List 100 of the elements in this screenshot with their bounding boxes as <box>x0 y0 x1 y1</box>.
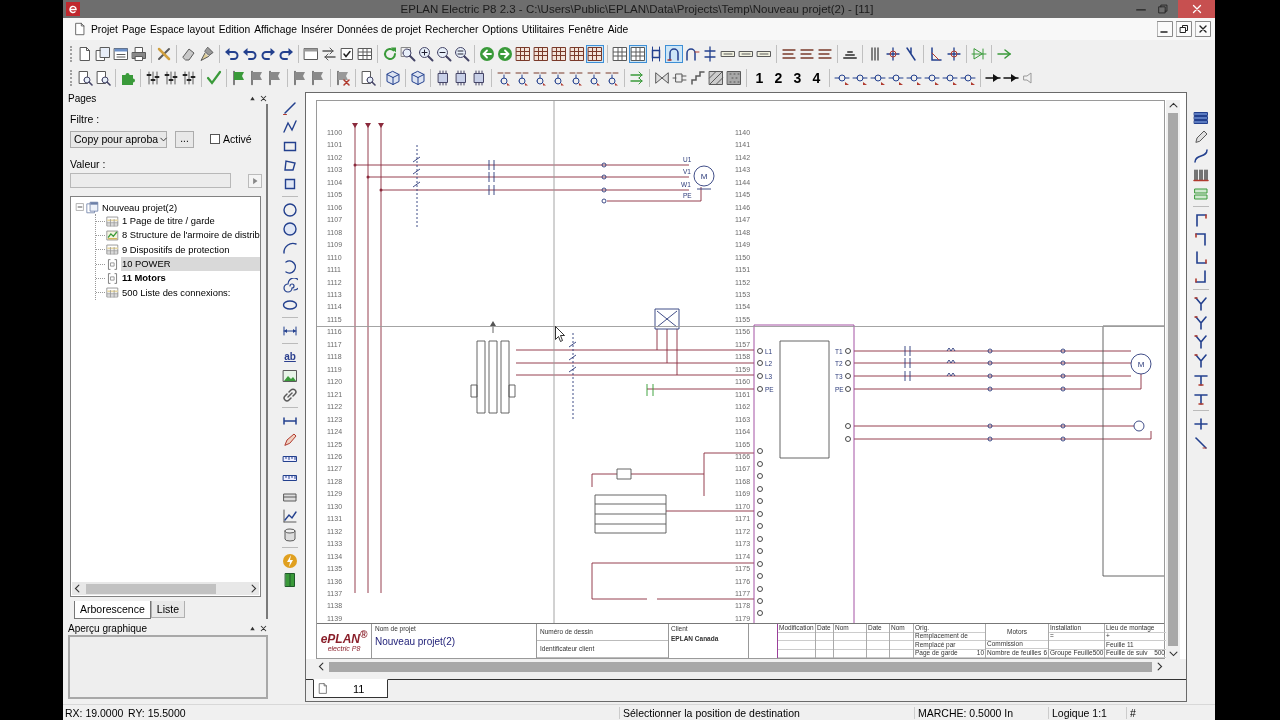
status-text: RX: 19.0000 <box>64 706 125 719</box>
panel-tab[interactable]: Arborescence <box>74 601 151 619</box>
tree-item[interactable]: Nouveau projet(2) <box>101 201 179 213</box>
cylinder-icon[interactable] <box>281 525 299 544</box>
table-icon[interactable] <box>356 45 374 63</box>
grid-icon[interactable] <box>629 45 647 63</box>
crossing-icon[interactable] <box>884 45 902 63</box>
swap-icon[interactable] <box>320 45 338 63</box>
grid-icon[interactable] <box>568 45 586 63</box>
hatched-square-icon[interactable] <box>707 69 725 87</box>
tools-icon[interactable] <box>155 45 173 63</box>
menu-item[interactable]: Aide <box>605 23 631 35</box>
menu-item[interactable]: Options <box>480 23 520 35</box>
grid-icon[interactable] <box>514 45 532 63</box>
text-tool-button[interactable]: ab <box>284 347 296 366</box>
cube-icon[interactable] <box>409 69 427 87</box>
window-icon[interactable] <box>302 45 320 63</box>
sliders-icon[interactable] <box>162 69 180 87</box>
symbol-icon[interactable] <box>549 69 567 87</box>
menu-item[interactable]: Page <box>119 23 148 35</box>
symbol-icon[interactable] <box>513 69 531 87</box>
printer-icon[interactable] <box>130 45 148 63</box>
page-tab[interactable]: 11 <box>313 679 388 698</box>
mouse-pointer-icon <box>555 326 565 342</box>
undo-icon[interactable] <box>223 45 241 63</box>
stairs-icon[interactable] <box>689 69 707 87</box>
page-icon[interactable] <box>73 22 87 36</box>
grid-icon[interactable] <box>532 45 550 63</box>
symbol-icon[interactable] <box>495 69 513 87</box>
schematic-label: M <box>700 172 708 181</box>
menu-item[interactable]: Projet <box>89 23 120 35</box>
page-magnifier-icon[interactable] <box>76 69 94 87</box>
sliders-icon[interactable] <box>144 69 162 87</box>
zoom-in-icon[interactable] <box>417 45 435 63</box>
symbol-icon[interactable] <box>585 69 603 87</box>
symbol-icon[interactable] <box>531 69 549 87</box>
menu-item[interactable]: Espace layout <box>147 23 217 35</box>
cube-icon[interactable] <box>384 69 402 87</box>
close-icon[interactable] <box>259 93 268 103</box>
arrow-right-icon[interactable] <box>496 45 514 63</box>
menu-item[interactable]: Utilitaires <box>519 23 567 35</box>
diode-icon[interactable] <box>970 45 988 63</box>
filter-dropdown[interactable]: Copy pour aproba <box>70 130 167 148</box>
window-icon[interactable] <box>112 45 130 63</box>
zoom-out-icon[interactable] <box>435 45 453 63</box>
grid-icon[interactable] <box>586 45 604 63</box>
dotted-square-icon[interactable] <box>725 69 743 87</box>
tree-item[interactable]: 10 POWER <box>121 257 260 272</box>
restore-icon[interactable] <box>1176 21 1192 37</box>
magnifier-icon[interactable] <box>399 45 417 63</box>
horizontal-scrollbar[interactable] <box>72 582 259 595</box>
number-button[interactable]: 2 <box>769 69 788 87</box>
tree-item[interactable]: 11 Motors <box>121 271 260 286</box>
status-text: RY: 15.5000 <box>127 706 187 719</box>
spiral-icon[interactable] <box>281 276 299 295</box>
panel-tab[interactable]: Liste <box>150 601 185 618</box>
tree-item[interactable]: 8 Structure de l'armoire de distrib <box>121 228 261 243</box>
tree-item[interactable]: 1 Page de titre / garde <box>121 214 260 229</box>
close-icon[interactable] <box>1195 21 1211 37</box>
sliders-icon[interactable] <box>180 69 198 87</box>
page-magnifier-icon[interactable] <box>94 69 112 87</box>
menu-item[interactable]: Edition <box>216 23 253 35</box>
magnifier-icon[interactable] <box>453 45 471 63</box>
bowtie-icon[interactable] <box>653 69 671 87</box>
grid-icon[interactable] <box>550 45 568 63</box>
checkbox-icon[interactable] <box>338 45 356 63</box>
arrow-left-icon[interactable] <box>478 45 496 63</box>
app-icon[interactable] <box>66 2 80 16</box>
close-button[interactable] <box>1178 0 1215 18</box>
number-button[interactable]: 1 <box>750 69 769 87</box>
menu-item[interactable]: Insérer <box>298 23 335 35</box>
scrollbar-thumb[interactable] <box>329 661 1152 672</box>
menu-item[interactable]: Fenêtre <box>566 23 606 35</box>
tree-item[interactable]: 500 Liste des connexions: <box>121 285 260 300</box>
number-button[interactable]: 3 <box>788 69 807 87</box>
menu-item[interactable]: Données de projet <box>334 23 424 35</box>
vertical-scrollbar[interactable] <box>1166 100 1180 659</box>
menu-item[interactable]: Affichage <box>252 23 299 35</box>
browse-button[interactable]: ... <box>175 130 194 148</box>
undo-icon[interactable] <box>241 45 259 63</box>
scrollbar-thumb[interactable] <box>1168 113 1178 646</box>
symbol-icon[interactable] <box>603 69 621 87</box>
scrollbar-thumb[interactable] <box>86 583 216 594</box>
curve-icon[interactable] <box>1192 146 1210 165</box>
flag-icon[interactable] <box>334 69 352 87</box>
brush-icon[interactable] <box>198 45 216 63</box>
check-icon[interactable] <box>205 69 223 87</box>
checkbox[interactable] <box>210 134 220 144</box>
close-icon[interactable] <box>259 623 268 633</box>
crossing-icon[interactable] <box>945 45 963 63</box>
minimize-icon[interactable] <box>1157 21 1173 37</box>
grid-icon[interactable] <box>611 45 629 63</box>
menu-item[interactable]: Rechercher <box>423 23 481 35</box>
page-magnifier-icon[interactable] <box>359 69 377 87</box>
arc-icon[interactable] <box>683 45 701 63</box>
pages-icon[interactable] <box>94 45 112 63</box>
symbol-icon[interactable] <box>567 69 585 87</box>
tree-item[interactable]: 9 Dispositifs de protection <box>121 242 260 257</box>
number-button[interactable]: 4 <box>807 69 826 87</box>
arc-icon[interactable] <box>665 45 683 63</box>
